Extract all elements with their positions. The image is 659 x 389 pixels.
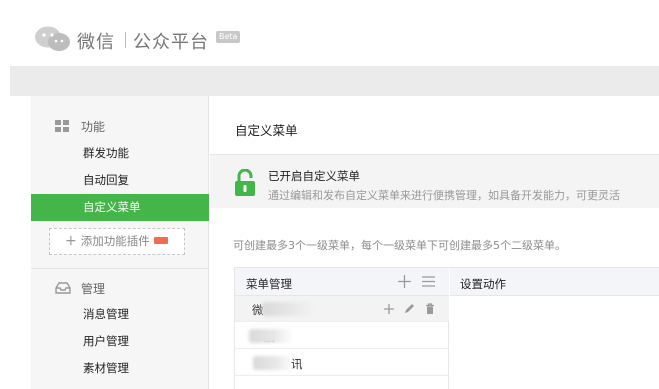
brand-name: 微信 xyxy=(77,32,115,53)
beta-badge: Beta xyxy=(216,31,241,43)
brand-divider xyxy=(125,32,126,48)
sidebar-item-custom-menu[interactable]: 自定义菜单 xyxy=(31,194,209,221)
lock-icon xyxy=(235,169,255,196)
plus-icon: + xyxy=(65,233,77,249)
sort-menu-icon[interactable] xyxy=(422,276,435,287)
sidebar-item-auto-reply[interactable]: 自动回复 xyxy=(31,167,209,194)
page-title: 自定义菜单 xyxy=(235,123,298,138)
brand-subtitle: 公众平台 xyxy=(133,32,209,53)
grid-icon xyxy=(55,120,69,132)
menu-tree-column: 菜单管理 微 讯 xyxy=(235,268,449,389)
new-tag-badge xyxy=(153,237,168,244)
menu-editor-table: 菜单管理 微 讯 设置动作 xyxy=(234,267,659,389)
sidebar: 功能 群发功能 自动回复 自定义菜单 + 添加功能插件 管理 消息管理 用户管理 … xyxy=(31,96,209,389)
add-plugin-label: 添加功能插件 xyxy=(80,234,150,248)
sidebar-divider xyxy=(31,268,209,269)
menu-row[interactable]: 后 xyxy=(235,323,449,349)
sidebar-item-users[interactable]: 用户管理 xyxy=(31,328,209,355)
sidebar-item-messages[interactable]: 消息管理 xyxy=(31,301,209,328)
add-submenu-icon[interactable] xyxy=(383,303,395,315)
top-header: 微信 公众平台 Beta xyxy=(0,0,659,64)
status-notice: 已开启自定义菜单 通过编辑和发布自定义菜单来进行便携管理，如具备开发能力，可更灵… xyxy=(210,155,659,208)
menu-row[interactable]: 讯 xyxy=(235,350,449,376)
menu-tree-header: 菜单管理 xyxy=(235,268,449,296)
wechat-logo-icon xyxy=(35,26,70,51)
sidebar-item-mass-send[interactable]: 群发功能 xyxy=(31,140,209,167)
top-band xyxy=(10,66,659,96)
menu-tree-title: 菜单管理 xyxy=(246,277,292,291)
action-settings-title: 设置动作 xyxy=(460,277,506,291)
notice-title: 已开启自定义菜单 xyxy=(268,169,360,183)
action-settings-header: 设置动作 xyxy=(450,268,659,296)
add-menu-icon[interactable] xyxy=(398,275,411,288)
add-plugin-button[interactable]: + 添加功能插件 xyxy=(49,228,185,255)
notice-description: 通过编辑和发布自定义菜单来进行便携管理，如具备开发能力，可更灵活 xyxy=(268,189,620,202)
redacted-text xyxy=(249,329,293,343)
section-management-label: 管理 xyxy=(81,282,106,296)
redacted-text xyxy=(262,302,314,316)
sidebar-item-materials[interactable]: 素材管理 xyxy=(31,355,209,382)
menu-limits-text: 可创建最多3个一级菜单，每个一级菜单下可创建最多5个二级菜单。 xyxy=(233,239,566,252)
redacted-text xyxy=(253,356,293,370)
tray-icon xyxy=(55,282,71,294)
section-functions-label: 功能 xyxy=(81,120,106,134)
edit-icon[interactable] xyxy=(403,303,415,315)
main-content: 自定义菜单 已开启自定义菜单 通过编辑和发布自定义菜单来进行便携管理，如具备开发… xyxy=(210,96,659,389)
delete-icon[interactable] xyxy=(424,303,436,315)
menu-row[interactable]: 微 xyxy=(235,296,449,322)
